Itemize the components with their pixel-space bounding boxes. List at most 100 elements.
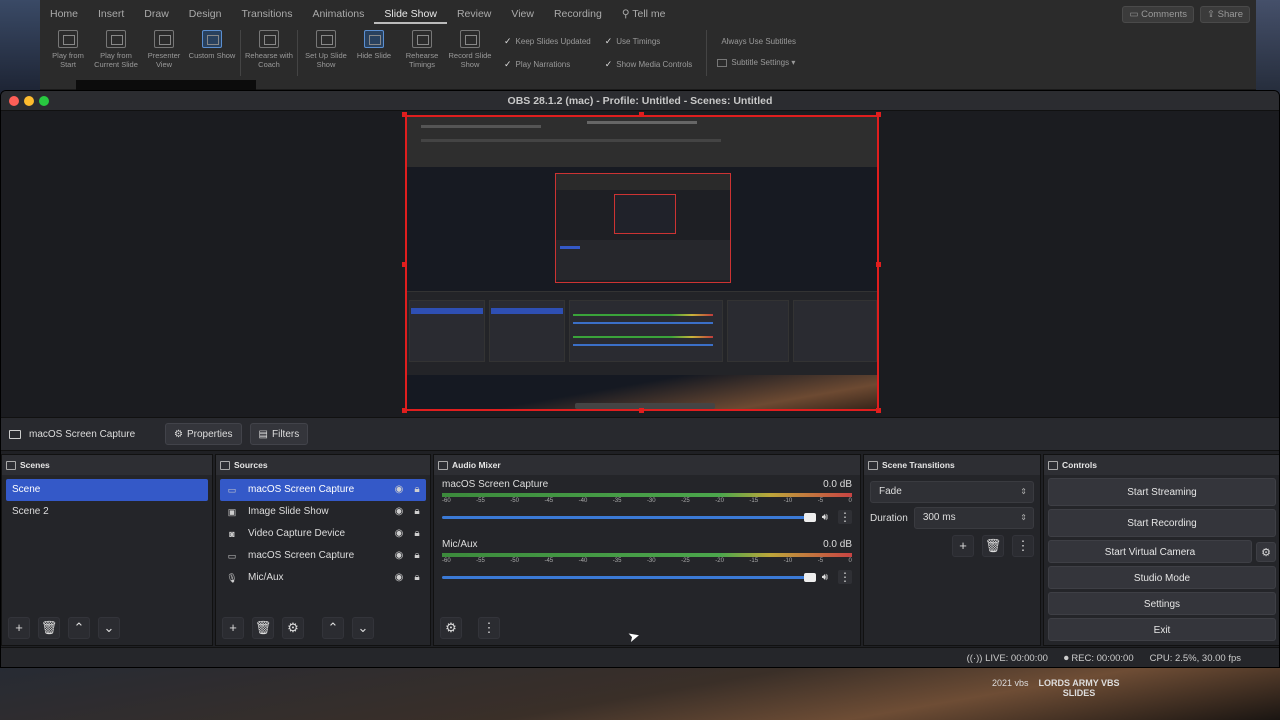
start-recording-button[interactable]: Start Recording — [1048, 509, 1276, 537]
play-narrations-checkbox[interactable]: ✓ Play Narrations — [504, 59, 591, 70]
scenes-dock-title: Scenes — [2, 455, 212, 475]
minimize-window-button[interactable] — [24, 96, 34, 106]
resize-handle[interactable] — [402, 408, 407, 413]
setup-slide-show-label: Set Up Slide Show — [305, 51, 347, 69]
exit-button[interactable]: Exit — [1048, 618, 1276, 641]
more-options-icon[interactable]: ⋮ — [838, 510, 852, 524]
lock-icon[interactable]: 🔒︎ — [408, 501, 426, 523]
more-options-icon[interactable]: ⋮ — [838, 570, 852, 584]
resize-handle[interactable] — [639, 408, 644, 413]
resize-handle[interactable] — [876, 112, 881, 117]
lock-icon[interactable]: 🔒︎ — [408, 545, 426, 567]
volume-slider-knob[interactable] — [803, 572, 816, 582]
advanced-audio-button[interactable]: ⚙ — [440, 617, 462, 639]
source-item[interactable]: ▭ macOS Screen Capture ◉ 🔒︎ — [220, 479, 426, 501]
add-transition-button[interactable]: + — [952, 535, 974, 557]
tab-insert[interactable]: Insert — [88, 4, 134, 24]
tab-transitions[interactable]: Transitions — [231, 4, 302, 24]
lock-icon[interactable]: 🔒︎ — [408, 567, 426, 589]
properties-button[interactable]: ⚙ Properties — [165, 423, 242, 445]
speaker-icon[interactable]: 🔊︎ — [822, 572, 828, 583]
rehearse-with-coach-button[interactable]: Rehearse with Coach — [245, 30, 293, 69]
transition-menu-button[interactable]: ⋮ — [1012, 535, 1034, 557]
show-media-controls-checkbox[interactable]: ✓ Show Media Controls — [605, 59, 693, 70]
visibility-eye-icon[interactable]: ◉ — [390, 523, 408, 545]
setup-slide-show-button[interactable]: Set Up Slide Show — [302, 30, 350, 69]
resize-handle[interactable] — [876, 262, 881, 267]
play-from-current-button[interactable]: Play from Current Slide — [92, 30, 140, 69]
virtual-camera-settings-button[interactable]: ⚙ — [1256, 541, 1276, 562]
scene-item[interactable]: Scene — [6, 479, 208, 501]
lock-icon[interactable]: 🔒︎ — [408, 479, 426, 501]
close-window-button[interactable] — [9, 96, 19, 106]
comments-button[interactable]: ▭ Comments — [1122, 6, 1195, 23]
speaker-icon[interactable]: 🔊︎ — [822, 512, 828, 523]
source-item[interactable]: ▭ macOS Screen Capture ◉ 🔒︎ — [220, 545, 426, 567]
scene-item[interactable]: Scene 2 — [6, 501, 208, 523]
play-from-start-button[interactable]: Play from Start — [44, 30, 92, 69]
source-item[interactable]: 🎙︎ Mic/Aux ◉ 🔒︎ — [220, 567, 426, 589]
filters-label: Filters — [272, 428, 300, 440]
meter-tick: -30 — [646, 498, 656, 504]
move-source-up-button[interactable]: ⌃ — [322, 617, 344, 639]
volume-slider[interactable] — [442, 572, 816, 582]
volume-slider-knob[interactable] — [803, 512, 816, 522]
visibility-eye-icon[interactable]: ◉ — [390, 567, 408, 589]
use-timings-checkbox[interactable]: ✓ Use Timings — [605, 36, 693, 47]
remove-scene-button[interactable]: 🗑 — [38, 617, 60, 639]
studio-mode-button[interactable]: Studio Mode — [1048, 566, 1276, 589]
ribbon-divider — [240, 30, 241, 76]
start-virtual-camera-button[interactable]: Start Virtual Camera — [1048, 540, 1252, 563]
resize-handle[interactable] — [402, 112, 407, 117]
tab-slide-show[interactable]: Slide Show — [374, 4, 447, 24]
share-button[interactable]: ⇪ Share — [1200, 6, 1250, 23]
hide-slide-button[interactable]: Hide Slide — [350, 30, 398, 60]
mixer-menu-button[interactable]: ⋮ — [478, 617, 500, 639]
tab-view[interactable]: View — [501, 4, 544, 24]
visibility-eye-icon[interactable]: ◉ — [390, 545, 408, 567]
watermark-left: 2021 vbs — [992, 678, 1029, 688]
remove-transition-button[interactable]: 🗑 — [982, 535, 1004, 557]
tab-draw[interactable]: Draw — [134, 4, 179, 24]
remove-source-button[interactable]: 🗑 — [252, 617, 274, 639]
rehearse-coach-icon — [259, 30, 279, 48]
tab-animations[interactable]: Animations — [302, 4, 374, 24]
lock-icon[interactable]: 🔒︎ — [408, 523, 426, 545]
start-streaming-button[interactable]: Start Streaming — [1048, 478, 1276, 506]
add-scene-button[interactable]: + — [8, 617, 30, 639]
watermark: 2021 vbs LORDS ARMY VBS SLIDES — [992, 678, 1120, 698]
rehearse-timings-button[interactable]: Rehearse Timings — [398, 30, 446, 69]
move-source-down-button[interactable]: ⌄ — [352, 617, 374, 639]
preview-canvas[interactable] — [405, 115, 879, 411]
subtitle-settings-dropdown[interactable]: Subtitle Settings ▾ — [717, 58, 796, 67]
meter-ticks: -60 -55 -50 -45 -40 -35 -30 -25 -20 -15 -10 -5 0 — [442, 498, 852, 504]
always-use-subtitles-checkbox[interactable]: Always Use Subtitles — [717, 36, 796, 46]
resize-handle[interactable] — [876, 408, 881, 413]
visibility-eye-icon[interactable]: ◉ — [390, 501, 408, 523]
filters-button[interactable]: ▤ Filters — [249, 423, 309, 445]
duration-spinbox[interactable]: 300 ms ⇕ — [913, 507, 1034, 529]
source-properties-button[interactable]: ⚙ — [282, 617, 304, 639]
source-item[interactable]: ◙ Video Capture Device ◉ 🔒︎ — [220, 523, 426, 545]
custom-show-button[interactable]: Custom Show — [188, 30, 236, 60]
tab-design[interactable]: Design — [179, 4, 232, 24]
move-scene-down-button[interactable]: ⌄ — [98, 617, 120, 639]
transition-select[interactable]: Fade ⇕ — [870, 481, 1034, 503]
volume-slider[interactable] — [442, 512, 816, 522]
record-slide-show-button[interactable]: Record Slide Show — [446, 30, 494, 69]
settings-button[interactable]: Settings — [1048, 592, 1276, 615]
tab-review[interactable]: Review — [447, 4, 501, 24]
source-item[interactable]: ▣ Image Slide Show ◉ 🔒︎ — [220, 501, 426, 523]
record-slideshow-icon — [460, 30, 480, 48]
add-source-button[interactable]: + — [222, 617, 244, 639]
tab-recording[interactable]: Recording — [544, 4, 612, 24]
keep-slides-updated-checkbox[interactable]: ✓ Keep Slides Updated — [504, 36, 591, 47]
zoom-window-button[interactable] — [39, 96, 49, 106]
resize-handle[interactable] — [639, 112, 644, 117]
resize-handle[interactable] — [402, 262, 407, 267]
move-scene-up-button[interactable]: ⌃ — [68, 617, 90, 639]
tab-home[interactable]: Home — [40, 4, 88, 24]
tell-me-search[interactable]: ⚲ Tell me — [612, 4, 676, 24]
visibility-eye-icon[interactable]: ◉ — [390, 479, 408, 501]
presenter-view-button[interactable]: Presenter View — [140, 30, 188, 69]
